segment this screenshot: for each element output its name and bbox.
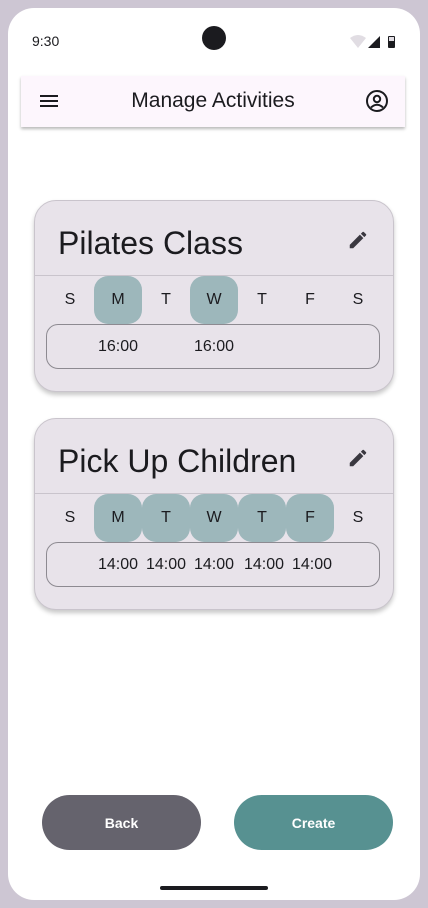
times-row: 16:00 16:00 — [46, 324, 380, 369]
activity-title: Pick Up Children — [58, 443, 297, 479]
camera-cutout — [202, 26, 226, 50]
status-time: 9:30 — [32, 33, 60, 49]
page-title: Manage Activities — [131, 89, 295, 112]
activity-card: Pilates Class S M T W T F S 16:00 16:00 — [34, 200, 394, 392]
day-toggle-sat[interactable]: S — [334, 276, 382, 324]
day-toggle-wed[interactable]: W — [190, 276, 238, 324]
signal-icon — [368, 36, 380, 48]
home-indicator[interactable] — [160, 886, 268, 890]
time-slot-wed[interactable]: 16:00 — [190, 325, 238, 368]
day-toggle-wed[interactable]: W — [190, 494, 238, 542]
time-slot-tue[interactable]: 14:00 — [142, 543, 190, 586]
time-slot-fri[interactable]: 14:00 — [288, 543, 336, 586]
phone-screen: 9:30 Manage Activities Pilates Class S M… — [8, 8, 420, 900]
time-slot-wed[interactable]: 14:00 — [190, 543, 238, 586]
day-toggle-thu[interactable]: T — [238, 494, 286, 542]
time-slot-mon[interactable]: 16:00 — [94, 325, 142, 368]
day-toggle-sat[interactable]: S — [334, 494, 382, 542]
day-toggle-tue[interactable]: T — [142, 276, 190, 324]
time-slot-thu[interactable]: 14:00 — [240, 543, 288, 586]
create-button[interactable]: Create — [234, 795, 393, 850]
day-toggle-mon[interactable]: M — [94, 494, 142, 542]
edit-icon[interactable] — [347, 447, 369, 469]
edit-icon[interactable] — [347, 229, 369, 251]
account-circle-icon[interactable] — [365, 89, 389, 113]
day-toggle-tue[interactable]: T — [142, 494, 190, 542]
top-app-bar: Manage Activities — [21, 76, 405, 127]
day-toggle-sun[interactable]: S — [46, 276, 94, 324]
wifi-icon — [350, 35, 366, 48]
times-row: 14:00 14:00 14:00 14:00 14:00 — [46, 542, 380, 587]
day-toggle-mon[interactable]: M — [94, 276, 142, 324]
activity-title: Pilates Class — [58, 225, 243, 261]
day-toggle-fri[interactable]: F — [286, 276, 334, 324]
day-toggle-thu[interactable]: T — [238, 276, 286, 324]
back-button[interactable]: Back — [42, 795, 201, 850]
status-bar: 9:30 — [8, 8, 420, 68]
day-toggle-fri[interactable]: F — [286, 494, 334, 542]
status-icons — [350, 35, 395, 48]
activity-card: Pick Up Children S M T W T F S 14:00 14:… — [34, 418, 394, 610]
time-slot-mon[interactable]: 14:00 — [94, 543, 142, 586]
day-toggle-sun[interactable]: S — [46, 494, 94, 542]
